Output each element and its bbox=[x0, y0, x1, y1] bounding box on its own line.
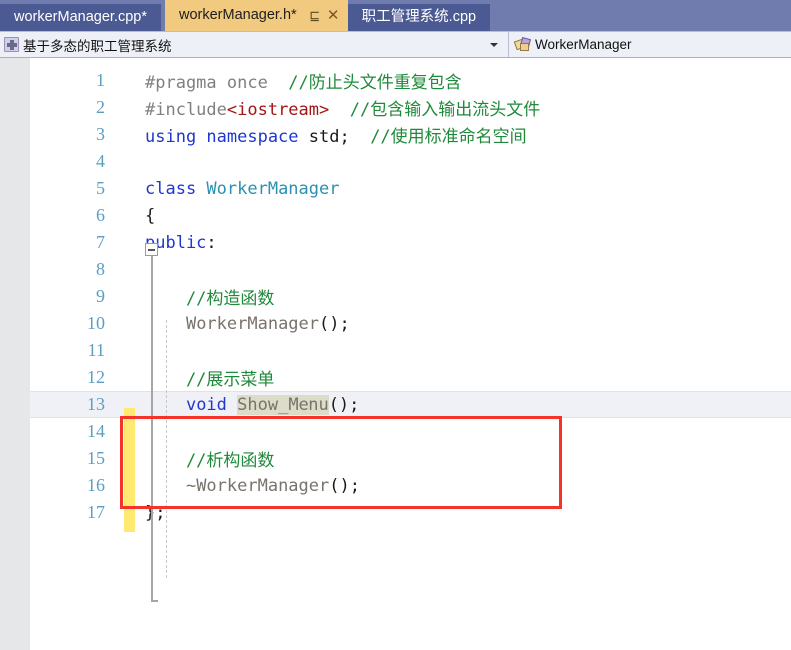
line-number: 4 bbox=[96, 151, 105, 171]
line-number: 17 bbox=[87, 502, 105, 522]
code-line[interactable]: 14 bbox=[0, 418, 791, 445]
scope-dropdown[interactable]: 基于多态的职工管理系统 bbox=[0, 32, 508, 57]
line-number: 2 bbox=[96, 97, 105, 117]
code-line[interactable]: 2 #include<iostream> //包含输入输出流头文件 bbox=[0, 94, 791, 121]
code-token: { bbox=[145, 205, 156, 226]
code-line[interactable]: 10 WorkerManager(); bbox=[0, 310, 791, 337]
code-line[interactable]: 1 #pragma once //防止头文件重复包含 bbox=[0, 67, 791, 94]
code-line[interactable]: 11 bbox=[0, 337, 791, 364]
line-number: 12 bbox=[87, 367, 105, 387]
code-line[interactable]: 4 bbox=[0, 148, 791, 175]
line-number: 10 bbox=[87, 313, 105, 333]
class-icon bbox=[513, 36, 532, 52]
code-line[interactable]: 6{ bbox=[0, 202, 791, 229]
code-text[interactable]: #include<iostream> //包含输入输出流头文件 bbox=[145, 95, 540, 120]
tab-action-icons: ⊑ ✕ bbox=[307, 8, 342, 24]
code-token: : bbox=[206, 232, 217, 253]
code-text[interactable]: //析构函数 bbox=[145, 446, 274, 471]
code-line[interactable]: 15 //析构函数 bbox=[0, 445, 791, 472]
close-icon[interactable]: ✕ bbox=[325, 8, 342, 24]
line-number: 6 bbox=[96, 205, 105, 225]
code-text[interactable]: //展示菜单 bbox=[145, 365, 274, 390]
tab-label: workerManager.cpp* bbox=[14, 9, 147, 26]
tab-label: workerManager.h* bbox=[179, 7, 297, 24]
code-text[interactable]: //构造函数 bbox=[145, 284, 274, 309]
line-number: 15 bbox=[87, 448, 105, 468]
code-text[interactable]: #pragma once //防止头文件重复包含 bbox=[145, 68, 462, 93]
code-token: }; bbox=[145, 502, 166, 523]
line-number: 3 bbox=[96, 124, 105, 144]
member-dropdown-label: WorkerManager bbox=[535, 37, 632, 52]
code-line[interactable]: 8 bbox=[0, 256, 791, 283]
change-bar-unsaved bbox=[124, 408, 135, 532]
code-text[interactable]: class WorkerManager bbox=[145, 179, 339, 199]
code-text[interactable]: void Show_Menu(); bbox=[145, 394, 360, 415]
code-text[interactable]: ~WorkerManager(); bbox=[145, 476, 360, 496]
code-editor[interactable]: 1 #pragma once //防止头文件重复包含 2 #include<iostr… bbox=[0, 57, 791, 650]
line-number: 5 bbox=[96, 178, 105, 198]
chevron-down-icon[interactable] bbox=[490, 42, 498, 47]
code-token: //构造函数 bbox=[145, 289, 275, 309]
code-token: nu bbox=[308, 394, 329, 415]
code-text[interactable]: { bbox=[145, 206, 155, 226]
pin-icon[interactable]: ⊑ bbox=[307, 8, 323, 24]
code-text[interactable]: using namespace std; //使用标准命名空间 bbox=[145, 122, 527, 147]
code-token: #include bbox=[145, 100, 227, 120]
tab-label: 职工管理系统.cpp bbox=[361, 9, 477, 26]
code-token: //防止头文件重复包含 bbox=[288, 73, 462, 93]
line-number: 1 bbox=[96, 70, 105, 90]
code-line[interactable]: 12 //展示菜单 bbox=[0, 364, 791, 391]
code-token: #pragma once bbox=[145, 73, 289, 93]
code-line[interactable]: 3 using namespace std; //使用标准命名空间 bbox=[0, 121, 791, 148]
outlining-vertical-line bbox=[151, 256, 153, 600]
code-token: <iostream> bbox=[226, 100, 330, 120]
code-token: void bbox=[185, 394, 238, 415]
code-token: (); bbox=[328, 394, 360, 415]
code-line[interactable]: 17}; bbox=[0, 499, 791, 526]
code-token: std; bbox=[308, 127, 371, 147]
member-dropdown[interactable]: WorkerManager bbox=[508, 32, 791, 57]
code-line[interactable]: 16 ~WorkerManager(); bbox=[0, 472, 791, 499]
code-token: //使用标准命名空间 bbox=[370, 127, 527, 147]
line-number: 14 bbox=[87, 421, 105, 441]
code-token: //析构函数 bbox=[145, 451, 275, 471]
code-line[interactable]: 5 class WorkerManager bbox=[0, 175, 791, 202]
scope-dropdown-label: 基于多态的职工管理系统 bbox=[23, 38, 172, 54]
code-line[interactable]: 9 //构造函数 bbox=[0, 283, 791, 310]
namespace-icon bbox=[4, 37, 19, 52]
code-token: (); bbox=[329, 475, 360, 496]
tab-workermanager-cpp[interactable]: workerManager.cpp* bbox=[0, 4, 161, 31]
code-token: WorkerManager bbox=[206, 178, 340, 199]
code-token: ~WorkerManager bbox=[185, 475, 330, 496]
line-number: 8 bbox=[96, 259, 105, 279]
code-token: //展示菜单 bbox=[145, 370, 275, 390]
code-token: //包含输入输出流头文件 bbox=[349, 100, 541, 120]
code-token: class bbox=[145, 178, 207, 199]
tab-workermanager-h[interactable]: workerManager.h* ⊑ ✕ bbox=[165, 0, 348, 31]
line-number: 16 bbox=[87, 475, 105, 495]
code-text[interactable]: }; bbox=[145, 503, 165, 523]
code-line[interactable]: 13 void Show_Menu(); bbox=[0, 391, 791, 418]
code-token: using namespace bbox=[145, 127, 309, 147]
line-number: 13 bbox=[87, 394, 105, 414]
code-token: (); bbox=[319, 313, 350, 334]
code-lines-container: 1 #pragma once //防止头文件重复包含 2 #include<iostr… bbox=[0, 67, 791, 526]
collapse-minus-icon[interactable] bbox=[145, 243, 158, 256]
code-token: Show_Me bbox=[237, 394, 309, 415]
code-line[interactable]: 7 public: bbox=[0, 229, 791, 256]
indent-guide-line bbox=[166, 320, 167, 578]
code-token: WorkerManager bbox=[185, 313, 320, 334]
code-text[interactable]: WorkerManager(); bbox=[145, 314, 350, 334]
tab-zhigong-guanli-xitong-cpp[interactable]: 职工管理系统.cpp bbox=[347, 4, 491, 31]
line-number: 11 bbox=[87, 340, 105, 360]
outlining-end-bracket bbox=[151, 600, 158, 602]
editor-tab-strip: workerManager.cpp* workerManager.h* ⊑ ✕ … bbox=[0, 0, 791, 31]
navigation-bar: 基于多态的职工管理系统 WorkerManager bbox=[0, 31, 791, 57]
line-number: 7 bbox=[96, 232, 105, 252]
line-number: 9 bbox=[96, 286, 105, 306]
